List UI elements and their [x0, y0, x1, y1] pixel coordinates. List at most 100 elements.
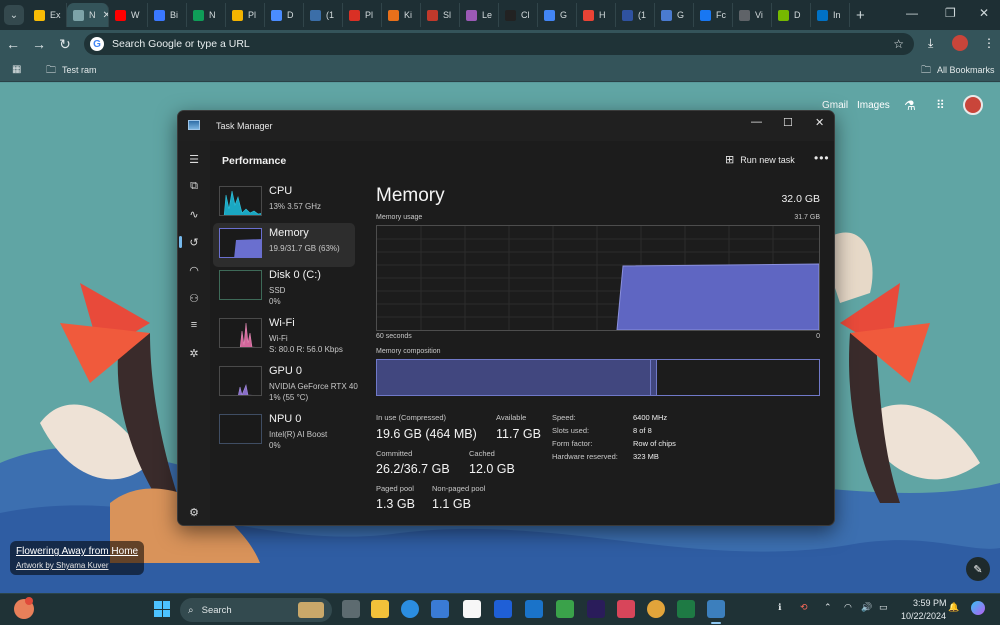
tab-favicon-icon [310, 9, 321, 21]
services-icon[interactable]: ✲ [187, 346, 201, 360]
browser-tab[interactable]: (1 [616, 3, 655, 27]
edge-icon[interactable] [401, 600, 419, 618]
tm-maximize-icon[interactable]: ☐ [783, 116, 793, 129]
browser-tab[interactable]: N✕ [67, 3, 109, 27]
copilot-icon[interactable] [971, 601, 985, 615]
browser-tab[interactable]: D [265, 3, 304, 27]
images-link[interactable]: Images [857, 100, 890, 111]
browser-tab[interactable]: Pl [226, 3, 265, 27]
new-tab-button[interactable]: + [856, 7, 865, 24]
browser-tab[interactable]: W [109, 3, 148, 27]
startup-apps-icon[interactable]: ◠ [187, 263, 201, 277]
tray-red-icon[interactable]: ⟲ [800, 602, 808, 613]
list-item-cpu[interactable]: CPU 13% 3.57 GHz [213, 181, 355, 225]
taskbar-search-box[interactable]: ⌕ Search [180, 598, 332, 622]
customize-pencil-icon[interactable]: ✎ [966, 557, 990, 581]
clock-time[interactable]: 3:59 PM [913, 598, 947, 608]
task-manager-taskbar-icon[interactable] [707, 600, 725, 618]
tab-favicon-icon [154, 9, 165, 21]
amazon-icon[interactable] [463, 600, 481, 618]
browser-tab[interactable]: G [538, 3, 577, 27]
bookmark-folder-test-ram[interactable]: Test ram [62, 65, 97, 75]
forward-icon[interactable]: → [26, 36, 52, 52]
browser-tab[interactable]: Pl [343, 3, 382, 27]
artwork-title-link[interactable]: Flowering Away from Home [16, 546, 138, 557]
close-icon[interactable]: ✕ [979, 6, 989, 20]
outlook-icon[interactable] [525, 600, 543, 618]
excel-icon[interactable] [677, 600, 695, 618]
processes-icon[interactable]: ⧉ [187, 179, 201, 193]
browser-tab[interactable]: Vi [733, 3, 772, 27]
tab-search-dropdown[interactable]: ⌄ [4, 5, 24, 25]
volume-icon[interactable]: 🔊 [861, 602, 872, 613]
restore-icon[interactable]: ❐ [945, 6, 956, 20]
browser-tab[interactable]: Ki [382, 3, 421, 27]
browser-tab[interactable]: In [811, 3, 850, 27]
performance-icon[interactable]: ∿ [187, 207, 201, 221]
list-item-memory[interactable]: Memory 19.9/31.7 GB (63%) [213, 223, 355, 267]
list-item-gpu[interactable]: GPU 0 NVIDIA GeForce RTX 40 1% (55 °C) [213, 361, 358, 405]
store-icon[interactable] [431, 600, 449, 618]
disk-sub2: 0% [269, 297, 281, 306]
list-item-wifi[interactable]: Wi-Fi Wi-Fi S: 80.0 R: 56.0 Kbps [213, 313, 355, 357]
labs-flask-icon[interactable]: ⚗ [904, 98, 916, 114]
browser-tab[interactable]: Fc [694, 3, 733, 27]
tab-favicon-icon [73, 9, 84, 21]
apps-grid-icon[interactable]: ▦ [12, 64, 21, 75]
minimize-icon[interactable]: — [906, 6, 918, 20]
composition-in-use[interactable] [377, 360, 651, 395]
start-button-icon[interactable] [154, 601, 170, 617]
all-bookmarks[interactable]: All Bookmarks [937, 65, 995, 75]
browser-tab[interactable]: Ex [28, 3, 67, 27]
settings-icon[interactable]: ⚙ [187, 505, 201, 519]
run-task-icon: ⊞ [725, 154, 735, 166]
tab-label: N [209, 10, 216, 20]
list-item-npu[interactable]: NPU 0 Intel(R) AI Boost 0% [213, 409, 355, 453]
more-options-icon[interactable]: ••• [814, 151, 830, 165]
memory-usage-label: Memory usage [376, 214, 423, 221]
tm-minimize-icon[interactable]: — [751, 116, 762, 128]
all-bookmarks-folder-icon: 🗀 [921, 65, 931, 76]
back-icon[interactable]: ← [0, 36, 26, 52]
browser-tab[interactable]: Le [460, 3, 499, 27]
file-explorer-icon[interactable] [371, 600, 389, 618]
artwork-credit-link[interactable]: Artwork by Shyama Kuver [16, 561, 138, 570]
hamburger-menu-icon[interactable]: ☰ [187, 152, 201, 166]
tm-close-icon[interactable]: ✕ [815, 116, 824, 129]
browser-tab[interactable]: G [655, 3, 694, 27]
browser-tab[interactable]: Cl [499, 3, 538, 27]
composition-modified[interactable] [651, 360, 657, 395]
browser-tab[interactable]: D [772, 3, 811, 27]
chrome-icon[interactable] [647, 600, 665, 618]
list-item-disk[interactable]: Disk 0 (C:) SSD 0% [213, 265, 355, 309]
camtasia-icon[interactable] [556, 600, 574, 618]
browser-tab[interactable]: (1 [304, 3, 343, 27]
google-apps-icon[interactable]: ⠿ [936, 98, 945, 112]
browser-tab[interactable]: Sl [421, 3, 460, 27]
reload-icon[interactable]: ↻ [52, 36, 78, 53]
browser-tab[interactable]: N [187, 3, 226, 27]
app-history-icon[interactable]: ↺ [187, 235, 201, 249]
menu-icon[interactable]: ⋮ [983, 36, 995, 50]
run-new-task-button[interactable]: ⊞ Run new task [725, 153, 795, 166]
users-icon[interactable]: ⚇ [187, 291, 201, 305]
address-bar[interactable]: G Search Google or type a URL ☆ [84, 33, 914, 55]
premiere-icon[interactable] [587, 600, 605, 618]
download-icon[interactable]: ⤓ [928, 36, 933, 51]
battery-icon[interactable]: ▭ [879, 602, 888, 613]
tab-favicon-icon [34, 9, 45, 21]
task-view-icon[interactable] [342, 600, 360, 618]
details-icon[interactable]: ≡ [187, 318, 201, 332]
creative-cloud-icon[interactable] [617, 600, 635, 618]
dropbox-icon[interactable] [494, 600, 512, 618]
bookmark-star-icon[interactable]: ☆ [893, 37, 904, 51]
clock-date[interactable]: 10/22/2024 [901, 611, 946, 621]
profile-avatar[interactable] [952, 35, 968, 51]
tray-app-icon[interactable]: ℹ [778, 602, 781, 613]
notifications-bell-icon[interactable]: 🔔 [948, 602, 959, 613]
browser-tab[interactable]: Bi [148, 3, 187, 27]
ntp-profile-avatar[interactable] [963, 95, 983, 115]
tray-overflow-icon[interactable]: ⌃ [824, 602, 832, 613]
browser-tab[interactable]: H [577, 3, 616, 27]
wifi-icon[interactable]: ◠ [844, 602, 852, 613]
